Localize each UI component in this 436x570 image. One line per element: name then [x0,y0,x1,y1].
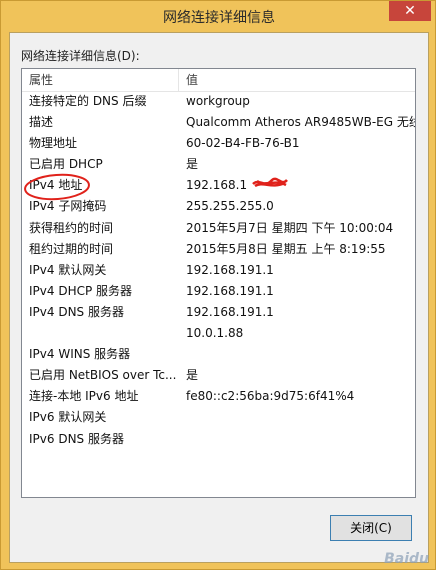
property-cell: IPv4 WINS 服务器 [29,347,131,362]
value-cell: 是 [186,157,199,172]
table-row[interactable]: IPv4 地址 192.168.1 [22,175,415,196]
baidu-watermark: Baidu [384,551,429,567]
table-row[interactable]: 获得租约的时间 2015年5月7日 星期四 下午 10:00:04 [22,218,415,239]
value-cell: 2015年5月8日 星期五 上午 8:19:55 [186,241,386,256]
property-cell: IPv4 DNS 服务器 [29,304,124,319]
value-cell: 是 [186,368,199,383]
property-cell: 连接特定的 DNS 后缀 [29,94,147,108]
value-cell: fe80::c2:56ba:9d75:6f41%4 [186,389,355,404]
close-button[interactable]: 关闭(C) [330,515,412,541]
title-bar: 网络连接详细信息 ✕ [1,1,436,31]
property-cell: 描述 [29,115,54,130]
table-row[interactable]: IPv6 默认网关 [22,407,415,428]
table-row[interactable]: 连接-本地 IPv6 地址 fe80::c2:56ba:9d75:6f41%4 [22,386,415,407]
value-cell: 192.168.191.1 [186,304,274,319]
table-row[interactable]: 已启用 NetBIOS over Tc... 是 [22,365,415,386]
property-cell: 租约过期的时间 [29,241,114,256]
dialog-body: 网络连接详细信息(D): 属性 值 连接特定的 DNS 后缀 workgroup 描… [9,32,429,563]
value-cell: 192.168.1 [186,178,248,193]
value-cell: 192.168.191.1 [186,283,274,298]
property-cell: IPv6 默认网关 [29,410,107,425]
table-row[interactable]: IPv4 默认网关 192.168.191.1 [22,260,415,281]
list-header: 属性 值 [22,69,415,92]
table-row[interactable]: 物理地址 60-02-B4-FB-76-B1 [22,133,415,154]
value-cell: 10.0.1.88 [186,326,244,341]
window-close-icon[interactable]: ✕ [389,1,431,21]
property-cell: IPv4 子网掩码 [29,199,107,214]
property-cell: IPv4 默认网关 [29,262,107,277]
details-list[interactable]: 属性 值 连接特定的 DNS 后缀 workgroup 描述 Qualcomm Ath… [21,68,416,498]
property-cell: IPv4 DHCP 服务器 [29,283,133,298]
property-cell: IPv4 地址 [29,178,83,193]
property-cell: 连接-本地 IPv6 地址 [29,389,139,404]
network-details-window: 网络连接详细信息 ✕ 网络连接详细信息(D): 属性 值 连接特定的 DNS 后… [0,0,436,570]
value-cell: workgroup [186,94,250,108]
table-row[interactable]: IPv4 WINS 服务器 [22,344,415,365]
table-row[interactable]: 已启用 DHCP 是 [22,154,415,175]
value-cell: 60-02-B4-FB-76-B1 [186,136,300,151]
value-cell: Qualcomm Atheros AR9485WB-EG 无线 [186,115,416,130]
value-cell: 192.168.191.1 [186,262,274,277]
table-row[interactable]: IPv4 子网掩码 255.255.255.0 [22,196,415,217]
column-separator[interactable] [178,69,179,91]
property-cell: 已启用 DHCP [29,157,103,172]
table-row[interactable]: IPv4 DHCP 服务器 192.168.191.1 [22,281,415,302]
table-row[interactable]: 描述 Qualcomm Atheros AR9485WB-EG 无线 [22,112,415,133]
table-row[interactable]: IPv6 DNS 服务器 [22,429,415,450]
details-label: 网络连接详细信息(D): [21,49,140,63]
property-cell: 获得租约的时间 [29,220,114,235]
table-row[interactable]: 租约过期的时间 2015年5月8日 星期五 上午 8:19:55 [22,239,415,260]
column-header-value[interactable]: 值 [186,69,198,91]
window-title: 网络连接详细信息 [163,10,275,26]
property-cell: 物理地址 [29,136,78,151]
property-cell: IPv6 DNS 服务器 [29,431,124,446]
property-cell: 已启用 NetBIOS over Tc... [29,368,177,383]
column-header-property[interactable]: 属性 [29,69,53,91]
table-row[interactable]: 连接特定的 DNS 后缀 workgroup [22,91,415,112]
value-cell: 2015年5月7日 星期四 下午 10:00:04 [186,220,394,235]
value-cell: 255.255.255.0 [186,199,274,214]
table-row[interactable]: IPv4 DNS 服务器 192.168.191.1 [22,302,415,323]
list-rows: 连接特定的 DNS 后缀 workgroup 描述 Qualcomm Atheros … [22,91,415,450]
table-row[interactable]: 10.0.1.88 [22,323,415,344]
